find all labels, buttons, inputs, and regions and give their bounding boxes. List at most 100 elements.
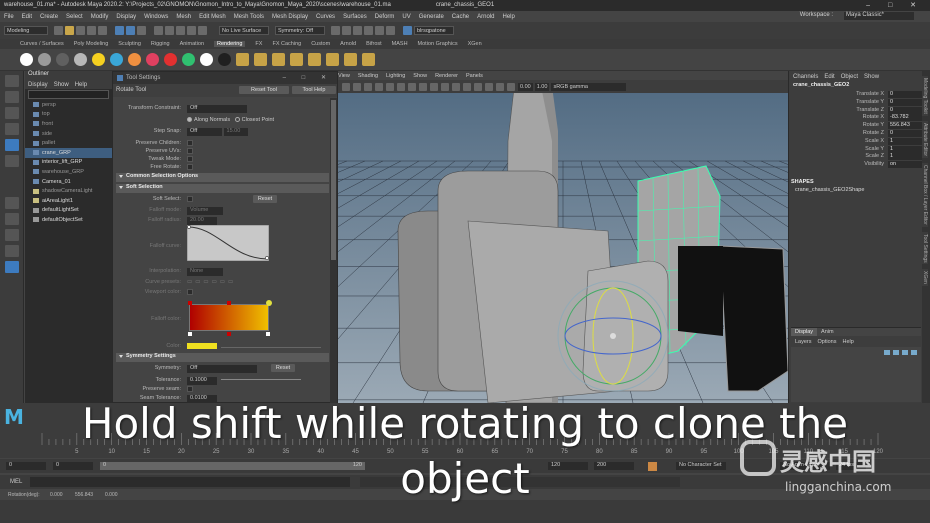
menu-mesh-display[interactable]: Mesh Display <box>272 14 308 20</box>
ramp-handle-bottom-start[interactable] <box>188 332 192 336</box>
viewport-panel[interactable]: View Shading Lighting Show Renderer Panels 0.… <box>338 71 788 403</box>
symmetry-reset-button[interactable]: Reset <box>271 364 295 372</box>
layer-menu-help[interactable]: Help <box>842 339 853 345</box>
viewport-menu-view[interactable]: View <box>338 73 350 79</box>
curve-presets-icons[interactable]: ▭▭▭▭▭▭ <box>187 279 236 285</box>
side-tab-channel-box-layer-editor[interactable]: Channel Box / Layer Editor <box>922 162 928 227</box>
scale-tool-icon[interactable] <box>4 155 19 167</box>
channel-attribute-value[interactable]: 0 <box>888 91 922 98</box>
along-normals-radio[interactable] <box>187 117 192 123</box>
workspace-dropdown[interactable]: Maya Classic* <box>844 12 914 20</box>
ramp-handle-start[interactable] <box>188 301 192 305</box>
shelf-tab-curves-surfaces[interactable]: Curves / Surfaces <box>20 41 64 47</box>
xray-icon[interactable] <box>507 82 515 91</box>
live-surface-dropdown[interactable]: No Live Surface <box>219 26 269 35</box>
symmetry-dropdown[interactable]: Symmetry: Off <box>275 26 325 35</box>
channel-attribute-value[interactable]: -83.782 <box>888 114 922 122</box>
outliner-menu-show[interactable]: Show <box>54 82 69 88</box>
viewport-menu-panels[interactable]: Panels <box>466 73 483 79</box>
menu-help[interactable]: Help <box>502 14 514 20</box>
outliner-item[interactable]: defaultLightSet <box>25 206 112 216</box>
soft-select-reset-button[interactable]: Reset <box>253 195 277 203</box>
falloff-color-ramp[interactable] <box>189 304 269 331</box>
layer-menu-layers[interactable]: Layers <box>795 339 812 345</box>
image-plane-icon[interactable] <box>375 82 383 91</box>
channel-attribute-value[interactable]: 1 <box>888 145 922 153</box>
symmetry-settings-dropdown[interactable]: Off <box>187 365 257 373</box>
channel-menu-show[interactable]: Show <box>864 74 879 80</box>
layer-tab-anim[interactable]: Anim <box>817 328 838 336</box>
menu-edit[interactable]: Edit <box>22 14 32 20</box>
outliner-item[interactable]: pallet <box>25 138 112 148</box>
outliner-item[interactable]: defaultObjectSet <box>25 215 112 225</box>
new-scene-icon[interactable] <box>54 26 63 35</box>
channel-attribute-name[interactable]: Rotate X <box>863 114 884 120</box>
bookmark-icon[interactable] <box>364 82 372 91</box>
falloff-radius-field[interactable]: 20.00 <box>187 217 217 225</box>
menu-mesh[interactable]: Mesh <box>176 14 191 20</box>
tool-help-button[interactable]: Tool Help <box>292 86 336 94</box>
user-account-icon[interactable] <box>403 26 412 35</box>
menu-deform[interactable]: Deform <box>375 14 395 20</box>
hypershade-icon[interactable] <box>364 26 373 35</box>
menu-edit-mesh[interactable]: Edit Mesh <box>199 14 226 20</box>
menu-arnold[interactable]: Arnold <box>477 14 494 20</box>
outliner-item[interactable]: aiAreaLight1 <box>25 196 112 206</box>
outliner-search-input[interactable] <box>28 90 109 99</box>
snap-curve-icon[interactable] <box>165 26 174 35</box>
channel-attribute[interactable]: Visibility on <box>789 161 922 169</box>
preserve-uvs-checkbox[interactable] <box>187 148 193 154</box>
shelf-tool-icon[interactable] <box>74 53 87 66</box>
interpolation-dropdown[interactable]: None <box>187 268 223 276</box>
redo-icon[interactable] <box>98 26 107 35</box>
step-snap-dropdown[interactable]: Off <box>187 128 222 136</box>
wireframe-icon[interactable] <box>430 82 438 91</box>
shelf-tab-fx-caching[interactable]: FX Caching <box>272 41 301 47</box>
preserve-children-checkbox[interactable] <box>187 140 193 146</box>
shelf-tab-bifrost[interactable]: Bifrost <box>366 41 382 47</box>
viewport-menu-shading[interactable]: Shading <box>358 73 378 79</box>
layer-move-down-icon[interactable] <box>893 350 899 355</box>
channel-attribute-name[interactable]: Scale Z <box>865 153 884 159</box>
layer-move-up-icon[interactable] <box>884 350 890 355</box>
grid-toggle-icon[interactable] <box>386 82 394 91</box>
shelf-render-tool-icon[interactable] <box>272 53 285 66</box>
undo-icon[interactable] <box>87 26 96 35</box>
gate-mask-icon[interactable] <box>419 82 427 91</box>
channel-attribute[interactable]: Scale X 1 <box>789 137 922 146</box>
outliner-menu-display[interactable]: Display <box>28 82 48 88</box>
viewport-menu-lighting[interactable]: Lighting <box>386 73 405 79</box>
channel-attribute-name[interactable]: Rotate Y <box>863 122 884 128</box>
menu-file[interactable]: File <box>4 14 14 20</box>
falloff-curve-graph[interactable] <box>187 225 269 261</box>
outliner-item[interactable]: warehouse_GRP <box>25 167 112 177</box>
channel-menu-channels[interactable]: Channels <box>793 74 818 80</box>
lasso-tool-icon[interactable] <box>4 91 19 103</box>
side-tab-modeling-toolkit[interactable]: Modeling Toolkit <box>922 76 928 116</box>
closest-point-radio[interactable] <box>234 117 240 123</box>
open-scene-icon[interactable] <box>65 26 74 35</box>
channel-attribute[interactable]: Scale Z 1 <box>789 153 922 161</box>
falloff-mode-dropdown[interactable]: Volume <box>187 207 223 215</box>
shelf-tool-icon[interactable] <box>56 53 69 66</box>
common-selection-section[interactable]: Common Selection Options <box>116 173 329 182</box>
camera-attributes-icon[interactable] <box>353 82 361 91</box>
four-view-icon[interactable] <box>4 213 19 225</box>
ipr-render-icon[interactable] <box>342 26 351 35</box>
channel-menu-object[interactable]: Object <box>841 74 858 80</box>
save-scene-icon[interactable] <box>76 26 85 35</box>
gamma-field[interactable]: 1.00 <box>534 82 550 91</box>
channel-attribute[interactable]: Rotate X -83.782 <box>789 114 922 122</box>
shelf-render-tool-icon[interactable] <box>362 53 375 66</box>
soft-select-checkbox[interactable] <box>187 196 193 202</box>
channel-attribute-name[interactable]: Translate Z <box>856 107 884 113</box>
viewport-menu-show[interactable]: Show <box>413 73 427 79</box>
free-rotate-checkbox[interactable] <box>187 164 193 170</box>
outliner-item[interactable]: crane_GRP <box>25 147 112 158</box>
outliner-item[interactable]: interior_lift_GRP <box>25 158 112 168</box>
shelf-tool-icon[interactable] <box>92 53 105 66</box>
new-layer-icon[interactable] <box>902 350 908 355</box>
tool-settings-titlebar[interactable]: Tool Settings – □ ✕ <box>113 72 337 84</box>
channel-attribute-value[interactable]: 0 <box>888 106 922 114</box>
light-editor-icon[interactable] <box>386 26 395 35</box>
